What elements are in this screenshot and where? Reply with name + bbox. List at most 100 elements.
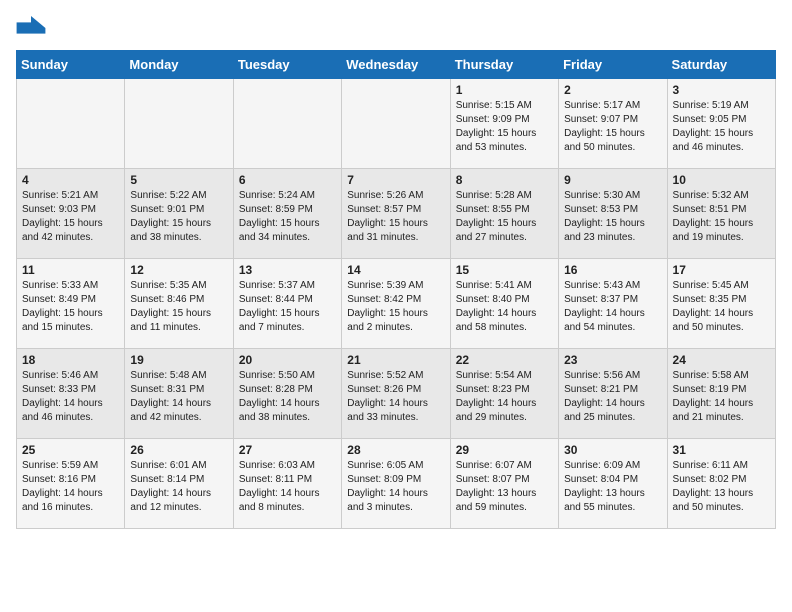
calendar-cell bbox=[17, 79, 125, 169]
calendar-cell: 19 Sunrise: 5:48 AMSunset: 8:31 PMDayligh… bbox=[125, 349, 233, 439]
day-number: 11 bbox=[22, 263, 119, 277]
cell-content: Sunrise: 5:45 AMSunset: 8:35 PMDaylight:… bbox=[673, 279, 770, 335]
calendar-cell bbox=[125, 79, 233, 169]
cell-content: Sunrise: 5:28 AMSunset: 8:55 PMDaylight:… bbox=[456, 189, 553, 245]
page-header bbox=[16, 16, 776, 40]
cell-content: Sunrise: 5:24 AMSunset: 8:59 PMDaylight:… bbox=[239, 189, 336, 245]
cell-content: Sunrise: 6:01 AMSunset: 8:14 PMDaylight:… bbox=[130, 459, 227, 515]
day-number: 8 bbox=[456, 173, 553, 187]
cell-content: Sunrise: 5:52 AMSunset: 8:26 PMDaylight:… bbox=[347, 369, 444, 425]
calendar-week-row: 4Sunrise: 5:21 AMSunset: 9:03 PMDaylight… bbox=[17, 169, 776, 259]
logo-icon bbox=[16, 16, 46, 40]
day-number: 25 bbox=[22, 443, 119, 457]
day-number: 5 bbox=[130, 173, 227, 187]
calendar-cell: 15 Sunrise: 5:41 AMSunset: 8:40 PMDayligh… bbox=[450, 259, 558, 349]
calendar-cell: 5 Sunrise: 5:22 AMSunset: 9:01 PMDaylight… bbox=[125, 169, 233, 259]
day-number: 19 bbox=[130, 353, 227, 367]
day-number: 2 bbox=[564, 83, 661, 97]
cell-content: Sunrise: 6:09 AMSunset: 8:04 PMDaylight:… bbox=[564, 459, 661, 515]
day-number: 28 bbox=[347, 443, 444, 457]
column-header-tuesday: Tuesday bbox=[233, 51, 341, 79]
calendar-cell: 9 Sunrise: 5:30 AMSunset: 8:53 PMDaylight… bbox=[559, 169, 667, 259]
calendar-cell bbox=[342, 79, 450, 169]
calendar-cell: 21 Sunrise: 5:52 AMSunset: 8:26 PMDayligh… bbox=[342, 349, 450, 439]
day-number: 3 bbox=[673, 83, 770, 97]
day-number: 18 bbox=[22, 353, 119, 367]
calendar-header-row: SundayMondayTuesdayWednesdayThursdayFrid… bbox=[17, 51, 776, 79]
day-number: 21 bbox=[347, 353, 444, 367]
day-number: 23 bbox=[564, 353, 661, 367]
cell-content: Sunrise: 5:37 AMSunset: 8:44 PMDaylight:… bbox=[239, 279, 336, 335]
day-number: 14 bbox=[347, 263, 444, 277]
cell-content: Sunrise: 5:46 AMSunset: 8:33 PMDaylight:… bbox=[22, 369, 119, 425]
day-number: 20 bbox=[239, 353, 336, 367]
calendar-week-row: 11 Sunrise: 5:33 AMSunset: 8:49 PMDayligh… bbox=[17, 259, 776, 349]
calendar-cell: 2Sunrise: 5:17 AMSunset: 9:07 PMDaylight… bbox=[559, 79, 667, 169]
day-number: 7 bbox=[347, 173, 444, 187]
calendar-cell: 22 Sunrise: 5:54 AMSunset: 8:23 PMDayligh… bbox=[450, 349, 558, 439]
calendar-cell: 4Sunrise: 5:21 AMSunset: 9:03 PMDaylight… bbox=[17, 169, 125, 259]
calendar-cell: 18 Sunrise: 5:46 AMSunset: 8:33 PMDayligh… bbox=[17, 349, 125, 439]
day-number: 10 bbox=[673, 173, 770, 187]
calendar-cell: 8 Sunrise: 5:28 AMSunset: 8:55 PMDaylight… bbox=[450, 169, 558, 259]
cell-content: Sunrise: 5:41 AMSunset: 8:40 PMDaylight:… bbox=[456, 279, 553, 335]
calendar-cell: 6 Sunrise: 5:24 AMSunset: 8:59 PMDaylight… bbox=[233, 169, 341, 259]
calendar-cell: 10 Sunrise: 5:32 AMSunset: 8:51 PMDayligh… bbox=[667, 169, 775, 259]
cell-content: Sunrise: 5:48 AMSunset: 8:31 PMDaylight:… bbox=[130, 369, 227, 425]
calendar-cell: 25 Sunrise: 5:59 AMSunset: 8:16 PMDayligh… bbox=[17, 439, 125, 529]
day-number: 17 bbox=[673, 263, 770, 277]
day-number: 29 bbox=[456, 443, 553, 457]
day-number: 12 bbox=[130, 263, 227, 277]
calendar-cell: 23 Sunrise: 5:56 AMSunset: 8:21 PMDayligh… bbox=[559, 349, 667, 439]
calendar-cell: 3 Sunrise: 5:19 AMSunset: 9:05 PMDaylight… bbox=[667, 79, 775, 169]
cell-content: Sunrise: 5:59 AMSunset: 8:16 PMDaylight:… bbox=[22, 459, 119, 515]
calendar-cell: 24 Sunrise: 5:58 AMSunset: 8:19 PMDayligh… bbox=[667, 349, 775, 439]
day-number: 22 bbox=[456, 353, 553, 367]
calendar-cell: 26 Sunrise: 6:01 AMSunset: 8:14 PMDayligh… bbox=[125, 439, 233, 529]
day-number: 26 bbox=[130, 443, 227, 457]
cell-content: Sunrise: 5:50 AMSunset: 8:28 PMDaylight:… bbox=[239, 369, 336, 425]
day-number: 30 bbox=[564, 443, 661, 457]
day-number: 13 bbox=[239, 263, 336, 277]
calendar-cell: 14 Sunrise: 5:39 AMSunset: 8:42 PMDayligh… bbox=[342, 259, 450, 349]
cell-content: Sunrise: 5:33 AMSunset: 8:49 PMDaylight:… bbox=[22, 279, 119, 335]
cell-content: Sunrise: 5:32 AMSunset: 8:51 PMDaylight:… bbox=[673, 189, 770, 245]
calendar-week-row: 18 Sunrise: 5:46 AMSunset: 8:33 PMDayligh… bbox=[17, 349, 776, 439]
calendar-cell: 11 Sunrise: 5:33 AMSunset: 8:49 PMDayligh… bbox=[17, 259, 125, 349]
calendar-cell: 20 Sunrise: 5:50 AMSunset: 8:28 PMDayligh… bbox=[233, 349, 341, 439]
calendar-cell: 29 Sunrise: 6:07 AMSunset: 8:07 PMDayligh… bbox=[450, 439, 558, 529]
cell-content: Sunrise: 5:43 AMSunset: 8:37 PMDaylight:… bbox=[564, 279, 661, 335]
cell-content: Sunrise: 5:21 AMSunset: 9:03 PMDaylight:… bbox=[22, 189, 119, 245]
cell-content: Sunrise: 5:22 AMSunset: 9:01 PMDaylight:… bbox=[130, 189, 227, 245]
column-header-thursday: Thursday bbox=[450, 51, 558, 79]
day-number: 24 bbox=[673, 353, 770, 367]
calendar-cell: 31Sunrise: 6:11 AMSunset: 8:02 PMDayligh… bbox=[667, 439, 775, 529]
day-number: 6 bbox=[239, 173, 336, 187]
day-number: 16 bbox=[564, 263, 661, 277]
cell-content: Sunrise: 6:07 AMSunset: 8:07 PMDaylight:… bbox=[456, 459, 553, 515]
cell-content: Sunrise: 5:19 AMSunset: 9:05 PMDaylight:… bbox=[673, 99, 770, 155]
day-number: 1 bbox=[456, 83, 553, 97]
calendar-cell: 1 Sunrise: 5:15 AMSunset: 9:09 PMDaylight… bbox=[450, 79, 558, 169]
day-number: 9 bbox=[564, 173, 661, 187]
cell-content: Sunrise: 5:39 AMSunset: 8:42 PMDaylight:… bbox=[347, 279, 444, 335]
cell-content: Sunrise: 5:30 AMSunset: 8:53 PMDaylight:… bbox=[564, 189, 661, 245]
cell-content: Sunrise: 5:54 AMSunset: 8:23 PMDaylight:… bbox=[456, 369, 553, 425]
cell-content: Sunrise: 5:15 AMSunset: 9:09 PMDaylight:… bbox=[456, 99, 553, 155]
column-header-wednesday: Wednesday bbox=[342, 51, 450, 79]
logo bbox=[16, 16, 50, 40]
day-number: 15 bbox=[456, 263, 553, 277]
calendar-table: SundayMondayTuesdayWednesdayThursdayFrid… bbox=[16, 50, 776, 529]
calendar-week-row: 25 Sunrise: 5:59 AMSunset: 8:16 PMDayligh… bbox=[17, 439, 776, 529]
cell-content: Sunrise: 5:56 AMSunset: 8:21 PMDaylight:… bbox=[564, 369, 661, 425]
column-header-friday: Friday bbox=[559, 51, 667, 79]
calendar-cell: 13 Sunrise: 5:37 AMSunset: 8:44 PMDayligh… bbox=[233, 259, 341, 349]
cell-content: Sunrise: 6:05 AMSunset: 8:09 PMDaylight:… bbox=[347, 459, 444, 515]
calendar-cell: 7 Sunrise: 5:26 AMSunset: 8:57 PMDaylight… bbox=[342, 169, 450, 259]
cell-content: Sunrise: 5:26 AMSunset: 8:57 PMDaylight:… bbox=[347, 189, 444, 245]
cell-content: Sunrise: 5:58 AMSunset: 8:19 PMDaylight:… bbox=[673, 369, 770, 425]
calendar-cell: 12Sunrise: 5:35 AMSunset: 8:46 PMDayligh… bbox=[125, 259, 233, 349]
calendar-cell: 30 Sunrise: 6:09 AMSunset: 8:04 PMDayligh… bbox=[559, 439, 667, 529]
cell-content: Sunrise: 6:03 AMSunset: 8:11 PMDaylight:… bbox=[239, 459, 336, 515]
calendar-cell: 16 Sunrise: 5:43 AMSunset: 8:37 PMDayligh… bbox=[559, 259, 667, 349]
